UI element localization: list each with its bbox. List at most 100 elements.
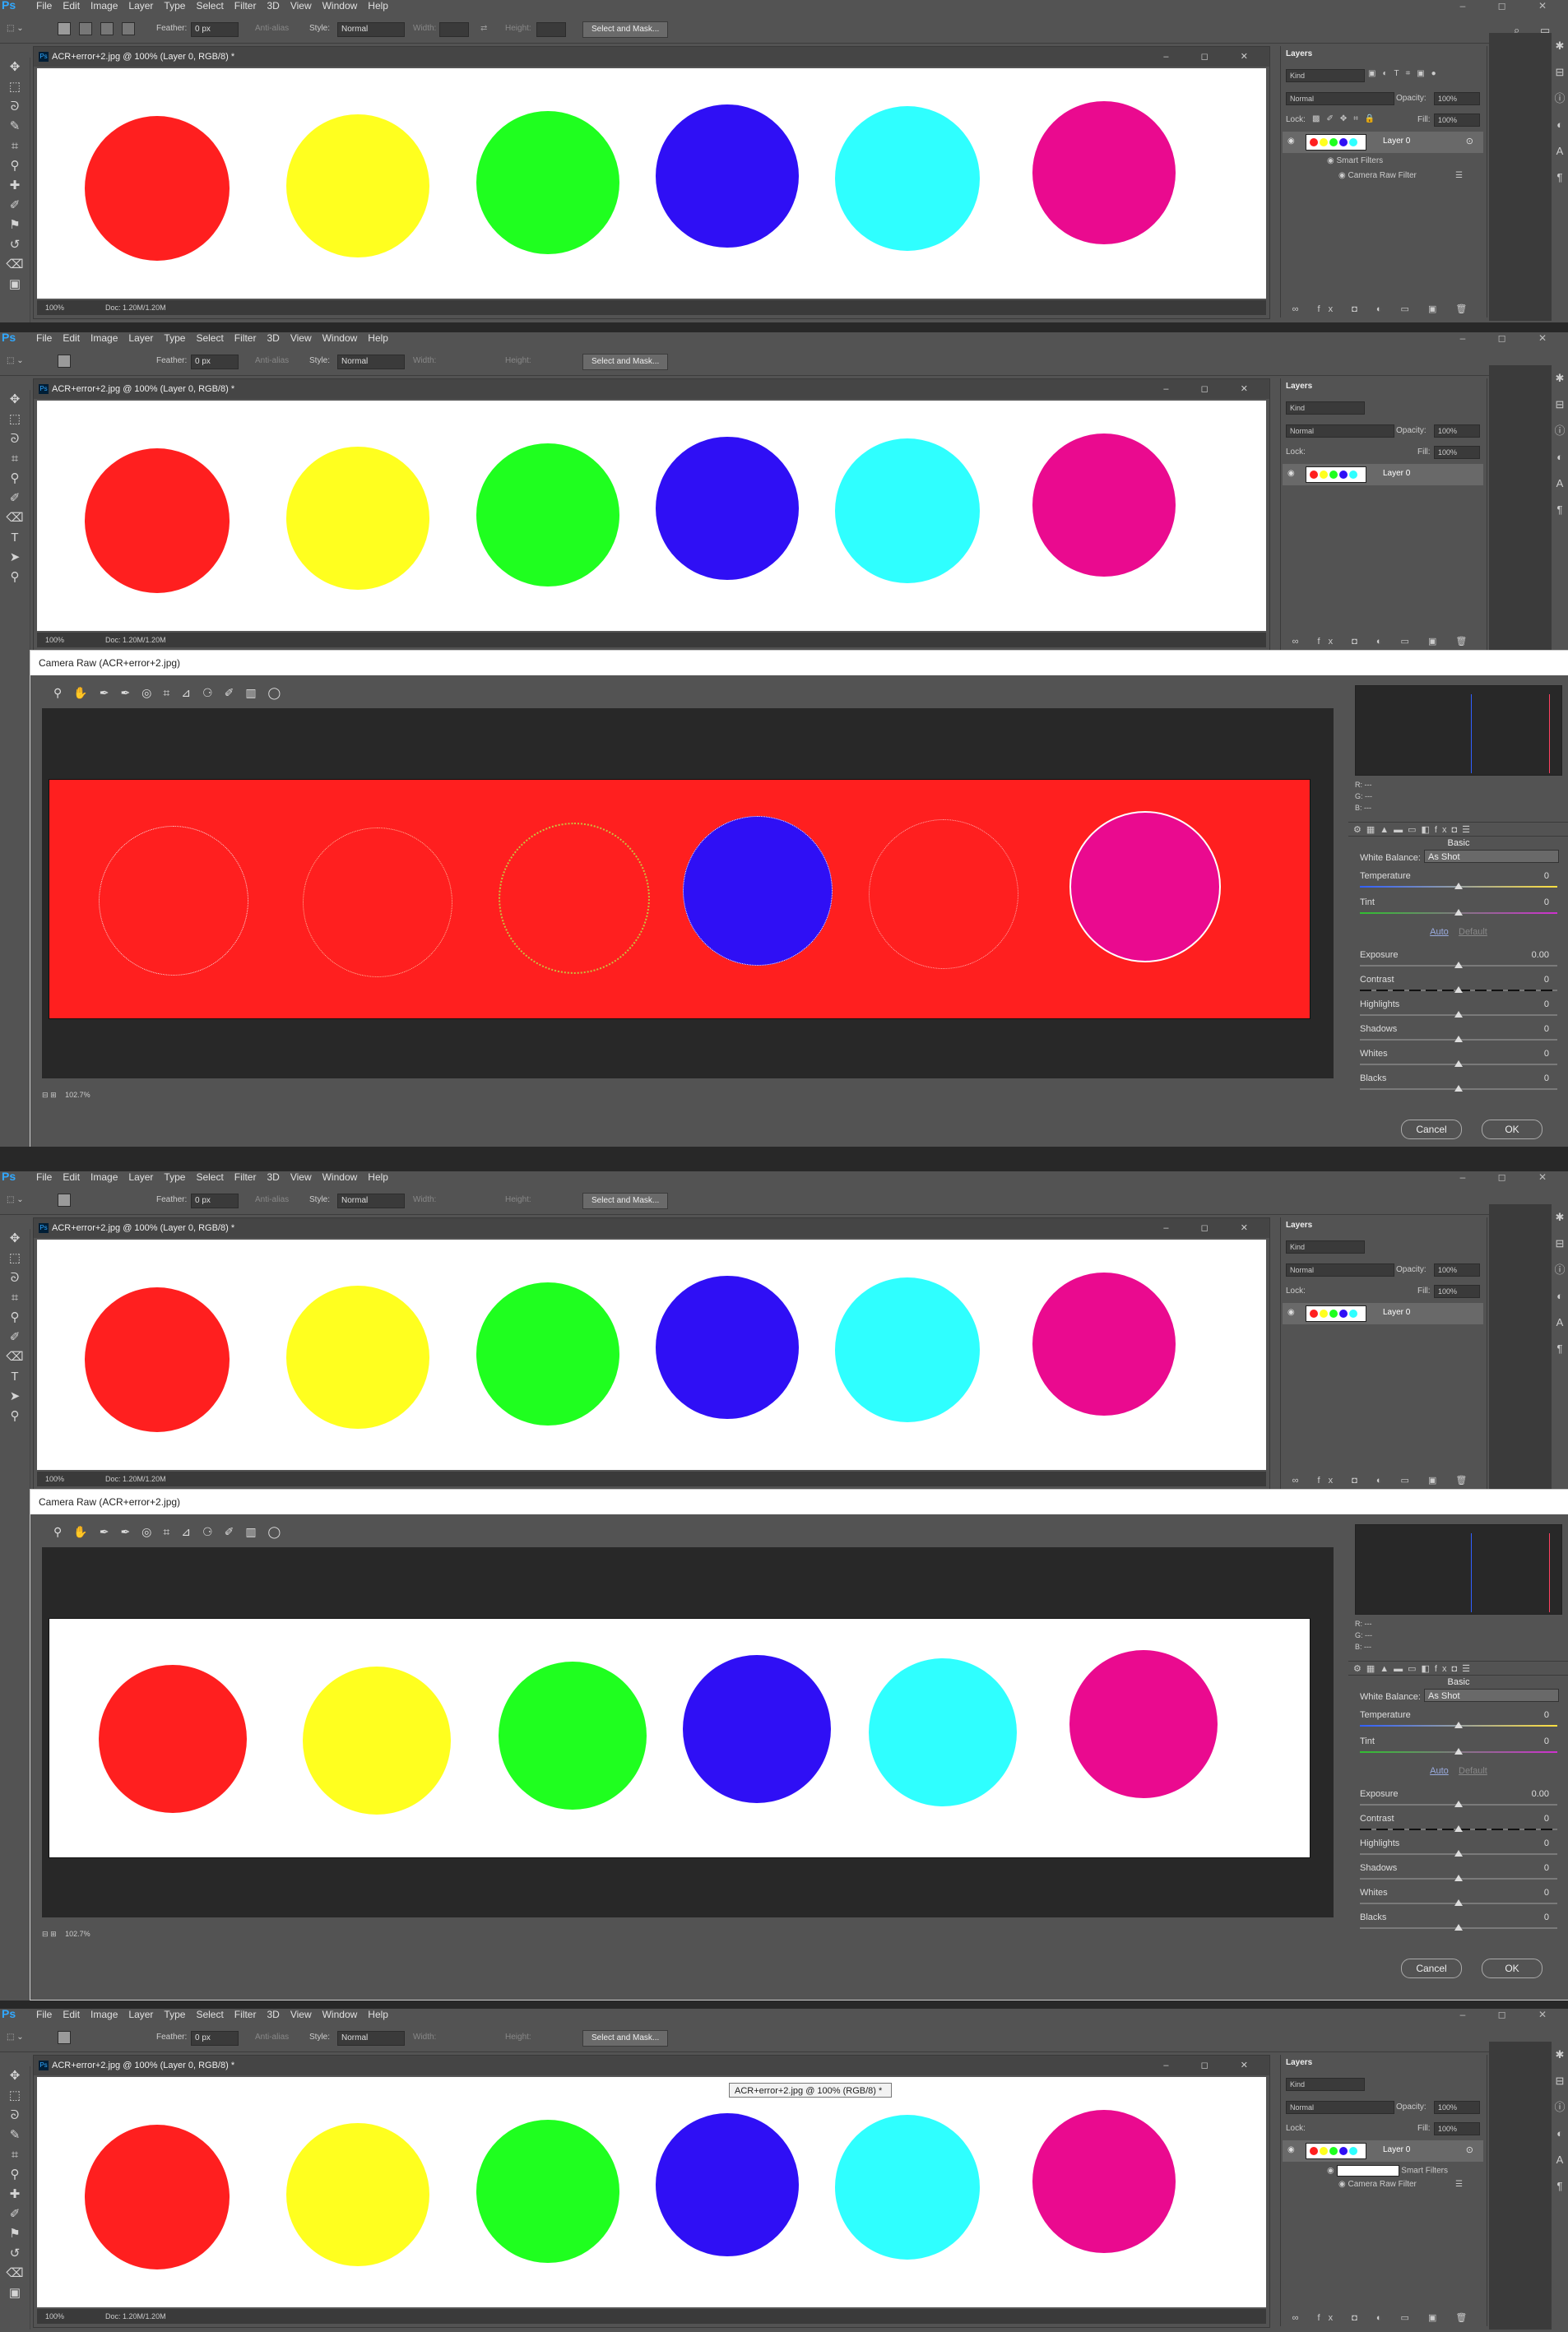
style-select[interactable]: Normal xyxy=(337,1194,405,1208)
history-brush-icon[interactable]: ↺ xyxy=(0,2244,30,2264)
crop-icon[interactable]: ⌗ xyxy=(163,1525,169,1538)
document-tab[interactable]: Ps ACR+error+2.jpg @ 100% (Layer 0, RGB/8… xyxy=(34,379,1269,399)
quick-select-icon[interactable]: ✎ xyxy=(0,117,30,137)
menu-type[interactable]: Type xyxy=(164,332,185,344)
new-selection-icon[interactable] xyxy=(58,2031,71,2044)
blend-mode-select[interactable]: Normal xyxy=(1286,2101,1394,2114)
canvas[interactable] xyxy=(37,2077,1266,2307)
add-selection-icon[interactable] xyxy=(79,22,92,35)
kind-filter[interactable]: Kind xyxy=(1286,2078,1365,2091)
width-input[interactable] xyxy=(439,22,469,37)
menu-type[interactable]: Type xyxy=(164,1171,185,1183)
move-tool-icon[interactable]: ✥ xyxy=(0,1229,30,1249)
eyedropper-icon[interactable]: ⚲ xyxy=(0,1308,30,1328)
white-balance-icon[interactable]: ✒ xyxy=(100,686,109,699)
zoom-tool-icon[interactable]: ⚲ xyxy=(0,1407,30,1426)
zoom-icon[interactable]: ⚲ xyxy=(53,1525,62,1538)
shadows-slider[interactable]: Shadows 0 xyxy=(1360,1024,1557,1049)
window-controls[interactable]: – ◻ ✕ xyxy=(1460,2009,1561,2020)
menu-select[interactable]: Select xyxy=(196,332,223,344)
marquee-tool-icon[interactable]: ⬚ ⌄ xyxy=(7,24,24,33)
menu-view[interactable]: View xyxy=(290,1171,312,1183)
menu-edit[interactable]: Edit xyxy=(63,332,80,344)
layer-row[interactable]: ◉ Layer 0 ⊙ xyxy=(1283,132,1483,153)
eyedropper-icon[interactable]: ⚲ xyxy=(0,156,30,176)
camera-raw-preview[interactable] xyxy=(42,1547,1334,1917)
spot-removal-icon[interactable]: ⚆ xyxy=(202,686,213,699)
layers-title[interactable]: Layers xyxy=(1286,1221,1312,1230)
menu-select[interactable]: Select xyxy=(196,0,223,12)
cr-zoom-level[interactable]: 102.7% xyxy=(65,1091,90,1099)
blacks-slider[interactable]: Blacks 0 xyxy=(1360,1073,1557,1098)
crop-tool-icon[interactable]: ⌗ xyxy=(0,449,30,469)
menu-filter[interactable]: Filter xyxy=(234,1171,257,1183)
crop-tool-icon[interactable]: ⌗ xyxy=(0,137,30,156)
highlights-slider[interactable]: Highlights 0 xyxy=(1360,1838,1557,1863)
smart-filters-row[interactable]: ◉ Smart Filters xyxy=(1327,156,1383,165)
crop-tool-icon[interactable]: ⌗ xyxy=(0,1288,30,1308)
lasso-tool-icon[interactable]: ᘐ xyxy=(0,97,30,117)
zoom-level[interactable]: 100% xyxy=(45,304,64,312)
brush-tool-icon[interactable]: ✐ xyxy=(0,489,30,508)
default-link[interactable]: Default xyxy=(1459,1766,1487,1776)
swap-icon[interactable]: ⇄ xyxy=(480,24,487,33)
stamp-tool-icon[interactable]: ⚑ xyxy=(0,216,30,235)
canvas[interactable] xyxy=(37,1240,1266,1470)
straighten-icon[interactable]: ⊿ xyxy=(181,686,191,699)
quick-select-icon[interactable]: ✎ xyxy=(0,2126,30,2145)
fill-input[interactable]: 100% xyxy=(1434,114,1480,127)
type-tool-icon[interactable]: T xyxy=(0,1367,30,1387)
panel-icons-column[interactable]: ✱ ⊟ ⓘ ◐ A ¶ xyxy=(1552,1204,1568,1492)
fill-input[interactable]: 100% xyxy=(1434,1285,1480,1298)
opacity-input[interactable]: 100% xyxy=(1434,92,1480,105)
canvas[interactable] xyxy=(37,68,1266,299)
opacity-input[interactable]: 100% xyxy=(1434,424,1480,438)
marquee-tool-icon[interactable]: ⬚ ⌄ xyxy=(7,2033,24,2042)
smart-filters-row[interactable]: ◉ Smart Filters xyxy=(1327,2165,1448,2177)
contrast-slider[interactable]: Contrast 0 xyxy=(1360,975,1557,999)
menu-filter[interactable]: Filter xyxy=(234,332,257,344)
kind-filter[interactable]: Kind xyxy=(1286,1240,1365,1254)
blend-mode-select[interactable]: Normal xyxy=(1286,1263,1394,1277)
document-window-controls[interactable]: – ◻ ✕ xyxy=(1163,1218,1263,1238)
menu-window[interactable]: Window xyxy=(322,2009,358,2020)
menu-3d[interactable]: 3D xyxy=(267,2009,279,2020)
fill-input[interactable]: 100% xyxy=(1434,2122,1480,2135)
brush-tool-icon[interactable]: ✐ xyxy=(0,196,30,216)
opacity-input[interactable]: 100% xyxy=(1434,2101,1480,2114)
spot-removal-icon[interactable]: ⚆ xyxy=(202,1525,213,1538)
layers-title[interactable]: Layers xyxy=(1286,2058,1312,2067)
eraser-tool-icon[interactable]: ⌫ xyxy=(0,508,30,528)
document-tab[interactable]: Ps ACR+error+2.jpg @ 100% (Layer 0, RGB/8… xyxy=(34,1218,1269,1238)
brush-tool-icon[interactable]: ✐ xyxy=(0,2205,30,2224)
menu-image[interactable]: Image xyxy=(90,332,118,344)
zoom-level[interactable]: 100% xyxy=(45,1475,64,1483)
menu-image[interactable]: Image xyxy=(90,0,118,12)
select-and-mask-button[interactable]: Select and Mask... xyxy=(582,21,669,38)
menu-image[interactable]: Image xyxy=(90,1171,118,1183)
blend-mode-select[interactable]: Normal xyxy=(1286,424,1394,438)
camera-raw-preview[interactable] xyxy=(42,708,1334,1078)
marquee-tool-icon[interactable]: ⬚ ⌄ xyxy=(7,356,24,365)
panel-tabs[interactable]: ⚙▦▲▬▭◧fx◘☰ xyxy=(1348,822,1568,837)
whites-slider[interactable]: Whites 0 xyxy=(1360,1888,1557,1912)
brush-icon[interactable]: ✐ xyxy=(225,686,234,699)
layer-row[interactable]: ◉ Layer 0 xyxy=(1283,464,1483,485)
feather-input[interactable]: 0 px xyxy=(191,355,239,369)
color-sampler-icon[interactable]: ✒ xyxy=(120,686,130,699)
cancel-button[interactable]: Cancel xyxy=(1401,1120,1462,1139)
panel-tabs[interactable]: ⚙▦▲▬▭◧fx◘☰ xyxy=(1348,1661,1568,1676)
canvas[interactable] xyxy=(37,401,1266,631)
layers-title[interactable]: Layers xyxy=(1286,49,1312,58)
menu-layer[interactable]: Layer xyxy=(128,1171,153,1183)
menu-edit[interactable]: Edit xyxy=(63,1171,80,1183)
document-window-controls[interactable]: – ◻ ✕ xyxy=(1163,2056,1263,2075)
zoom-tool-icon[interactable]: ⚲ xyxy=(0,568,30,587)
visibility-eye-icon[interactable]: ◉ xyxy=(1287,469,1295,478)
select-and-mask-button[interactable]: Select and Mask... xyxy=(582,2030,669,2047)
menu-view[interactable]: View xyxy=(290,0,312,12)
hand-icon[interactable]: ✋ xyxy=(73,686,87,699)
healing-brush-icon[interactable]: ✚ xyxy=(0,176,30,196)
visibility-eye-icon[interactable]: ◉ xyxy=(1287,2145,1295,2154)
type-tool-icon[interactable]: T xyxy=(0,528,30,548)
